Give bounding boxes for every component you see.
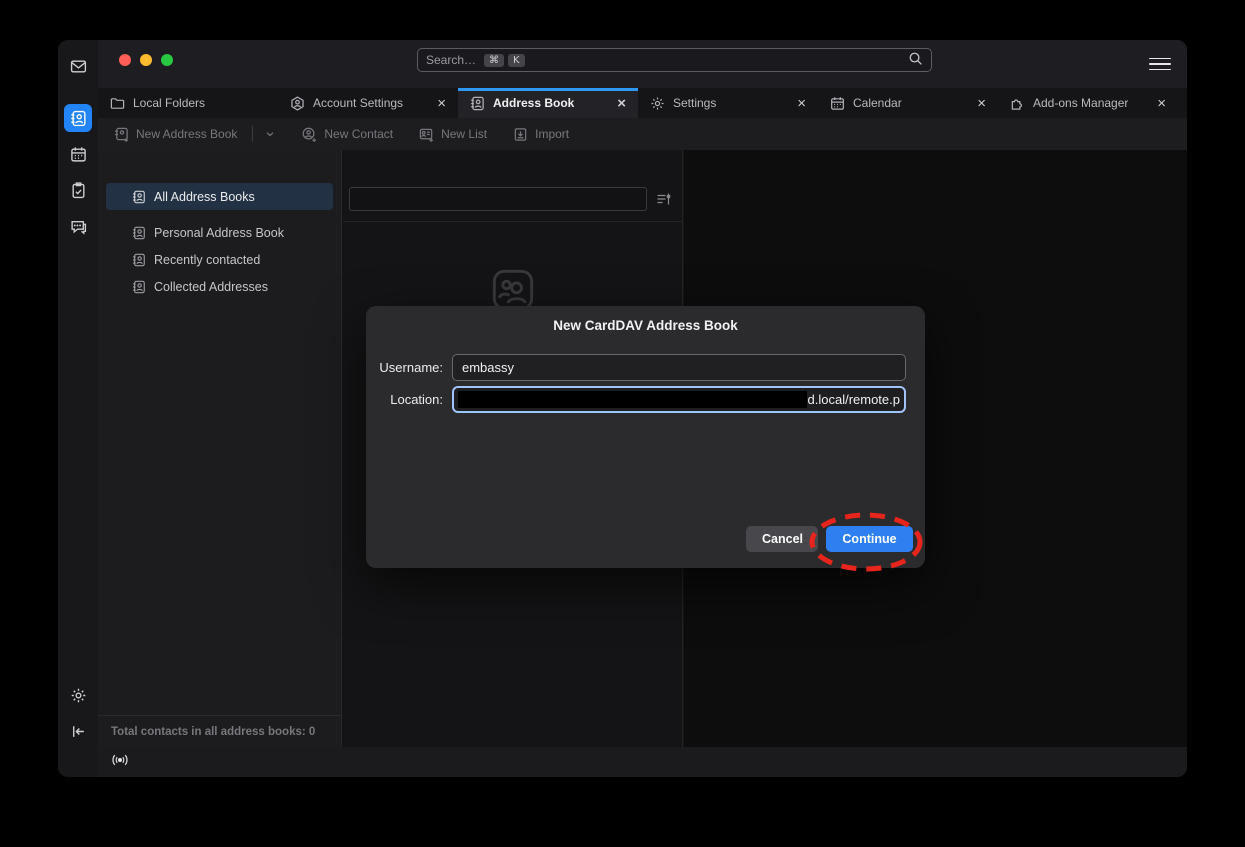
address-book-icon: [132, 190, 146, 204]
space-calendar[interactable]: [64, 140, 92, 168]
space-chat[interactable]: [64, 212, 92, 240]
new-address-book-button[interactable]: New Address Book: [114, 126, 276, 142]
app-menu-icon[interactable]: [1149, 53, 1171, 75]
calendar-icon: [830, 96, 845, 111]
tab-settings[interactable]: Settings ×: [638, 88, 818, 118]
address-book-icon: [470, 96, 485, 111]
thunderbird-window: Search… ⌘ K Local Folders: [58, 40, 1187, 777]
close-icon[interactable]: ×: [795, 96, 808, 111]
tab-label: Add-ons Manager: [1033, 96, 1128, 110]
k-key-badge: K: [508, 54, 525, 67]
sidebar-item-label: Collected Addresses: [154, 280, 268, 294]
tab-bar: Local Folders Account Settings ×: [98, 88, 1187, 118]
cancel-button[interactable]: Cancel: [746, 526, 818, 552]
account-settings-icon: [290, 96, 305, 111]
tab-address-book[interactable]: Address Book ×: [458, 88, 638, 118]
titlebar: Search… ⌘ K: [98, 40, 1187, 88]
close-icon[interactable]: ×: [435, 96, 448, 111]
minimize-window-button[interactable]: [140, 54, 152, 66]
divider: [343, 221, 682, 222]
collapse-icon: [70, 723, 87, 740]
cmd-key-badge: ⌘: [484, 54, 504, 67]
new-contact-button[interactable]: New Contact: [302, 127, 393, 142]
calendar-icon: [70, 146, 87, 163]
address-book-icon: [132, 280, 146, 294]
toolbar-label: New Address Book: [136, 127, 237, 141]
continue-button[interactable]: Continue: [826, 526, 913, 552]
contacts-quick-filter-input[interactable]: [349, 187, 647, 211]
new-carddav-dialog: New CardDAV Address Book Username: Locat…: [366, 306, 925, 568]
tab-account-settings[interactable]: Account Settings ×: [278, 88, 458, 118]
tab-addons-manager[interactable]: Add-ons Manager ×: [998, 88, 1178, 118]
tab-calendar[interactable]: Calendar ×: [818, 88, 998, 118]
redaction-bar: [458, 391, 807, 408]
close-window-button[interactable]: [119, 54, 131, 66]
tab-label: Account Settings: [313, 96, 403, 110]
spaces-settings-button[interactable]: [64, 681, 92, 709]
address-book-toolbar: New Address Book New Contact: [98, 118, 1187, 150]
spaces-toolbar: [58, 40, 98, 777]
sidebar-item-recently-contacted[interactable]: Recently contacted: [106, 246, 333, 273]
toolbar-label: New Contact: [324, 127, 393, 141]
dialog-title: New CardDAV Address Book: [366, 318, 925, 333]
chevron-down-icon[interactable]: [264, 128, 276, 140]
sidebar-item-all-address-books[interactable]: All Address Books: [106, 183, 333, 210]
toolbar-label: New List: [441, 127, 487, 141]
sidebar-item-label: Recently contacted: [154, 253, 260, 267]
tab-label: Settings: [673, 96, 716, 110]
address-book-plus-icon: [114, 127, 129, 142]
close-icon[interactable]: ×: [1155, 96, 1168, 111]
location-field[interactable]: d.local/remote.p: [452, 386, 906, 413]
contacts-count-status: Total contacts in all address books: 0: [98, 715, 341, 747]
toolbar-label: Import: [535, 127, 569, 141]
folder-icon: [110, 96, 125, 111]
search-placeholder: Search…: [426, 53, 476, 67]
person-plus-icon: [302, 127, 317, 142]
broadcast-icon: [110, 752, 130, 773]
address-book-icon: [70, 110, 87, 127]
space-tasks[interactable]: [64, 176, 92, 204]
zoom-window-button[interactable]: [161, 54, 173, 66]
space-mail[interactable]: [64, 52, 92, 80]
magnifier-icon: [908, 51, 923, 69]
traffic-lights: [119, 54, 173, 66]
sidebar-item-label: All Address Books: [154, 190, 255, 204]
spaces-collapse-button[interactable]: [64, 717, 92, 745]
puzzle-icon: [1010, 96, 1025, 111]
tasks-icon: [70, 182, 87, 199]
tab-label: Calendar: [853, 96, 902, 110]
space-address-book[interactable]: [64, 104, 92, 132]
sidebar-item-label: Personal Address Book: [154, 226, 284, 240]
address-book-icon: [132, 253, 146, 267]
close-icon[interactable]: ×: [615, 96, 628, 111]
divider: [252, 126, 253, 142]
import-icon: [513, 127, 528, 142]
sidebar-item-personal-address-book[interactable]: Personal Address Book: [106, 219, 333, 246]
tab-label: Local Folders: [133, 96, 205, 110]
import-button[interactable]: Import: [513, 127, 569, 142]
close-icon[interactable]: ×: [975, 96, 988, 111]
sidebar-item-collected-addresses[interactable]: Collected Addresses: [106, 273, 333, 300]
global-search-input[interactable]: Search… ⌘ K: [417, 48, 932, 72]
gear-icon: [70, 687, 87, 704]
location-value-suffix: d.local/remote.p: [807, 392, 901, 407]
gear-icon: [650, 96, 665, 111]
username-field[interactable]: [452, 354, 906, 381]
username-label: Username:: [366, 360, 443, 375]
list-plus-icon: [419, 127, 434, 142]
envelope-icon: [70, 58, 87, 75]
display-options-icon[interactable]: [656, 191, 672, 207]
tab-label: Address Book: [493, 96, 574, 110]
new-list-button[interactable]: New List: [419, 127, 487, 142]
address-book-sidebar: All Address Books Personal Address Book: [98, 150, 342, 747]
tab-local-folders[interactable]: Local Folders: [98, 88, 278, 118]
status-bar: [98, 747, 1187, 777]
desktop: Search… ⌘ K Local Folders: [0, 0, 1245, 847]
address-book-icon: [132, 226, 146, 240]
chat-icon: [70, 218, 87, 235]
location-label: Location:: [366, 392, 443, 407]
